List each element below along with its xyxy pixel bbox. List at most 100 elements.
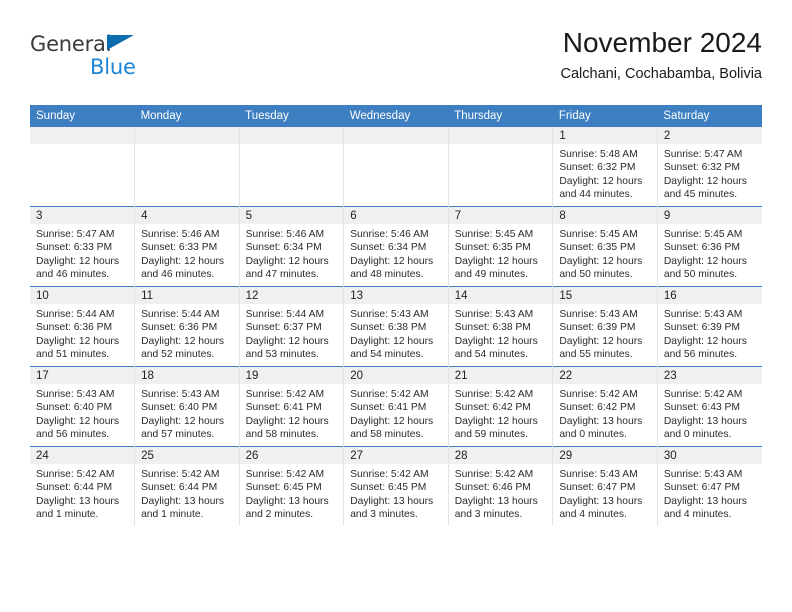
calendar-day-cell[interactable]: 29 Sunrise: 5:43 AM Sunset: 6:47 PM Dayligh… (552, 446, 658, 526)
day-details: Sunrise: 5:46 AM Sunset: 6:33 PM Daylight:… (135, 224, 239, 282)
calendar-day-cell[interactable]: 27 Sunrise: 5:42 AM Sunset: 6:45 PM Dayligh… (343, 446, 449, 526)
day-details: Sunrise: 5:45 AM Sunset: 6:35 PM Daylight:… (553, 224, 657, 282)
calendar-day-cell[interactable]: 8 Sunrise: 5:45 AM Sunset: 6:35 PM Daylight… (552, 206, 658, 287)
day-details: Sunrise: 5:42 AM Sunset: 6:45 PM Daylight:… (240, 464, 344, 522)
calendar-day-cell[interactable]: 2 Sunrise: 5:47 AM Sunset: 6:32 PM Daylight… (657, 127, 762, 207)
calendar-day-cell[interactable]: 22 Sunrise: 5:42 AM Sunset: 6:42 PM Dayligh… (552, 366, 658, 447)
daylight-text: Daylight: 12 hours and 55 minutes. (559, 335, 643, 361)
brand-name-general: General (30, 32, 112, 56)
day-number (239, 127, 344, 144)
calendar-day-cell[interactable]: 11 Sunrise: 5:44 AM Sunset: 6:36 PM Dayligh… (134, 286, 240, 367)
day-details: Sunrise: 5:46 AM Sunset: 6:34 PM Daylight:… (240, 224, 344, 282)
calendar-week-row: 3 Sunrise: 5:47 AM Sunset: 6:33 PM Daylight… (30, 206, 762, 287)
sunset-text: Sunset: 6:32 PM (559, 162, 636, 174)
calendar-day-cell[interactable]: 23 Sunrise: 5:42 AM Sunset: 6:43 PM Dayligh… (657, 366, 762, 447)
brand-logo[interactable]: General Blue (30, 32, 290, 78)
sunrise-text: Sunrise: 5:43 AM (559, 469, 638, 480)
day-number: 27 (344, 447, 448, 464)
day-details: Sunrise: 5:44 AM Sunset: 6:37 PM Daylight:… (240, 304, 344, 362)
sunset-text: Sunset: 6:46 PM (454, 482, 531, 494)
sunrise-text: Sunrise: 5:45 AM (559, 229, 638, 240)
day-details: Sunrise: 5:47 AM Sunset: 6:32 PM Daylight:… (658, 144, 762, 202)
calendar-day-cell[interactable]: 25 Sunrise: 5:42 AM Sunset: 6:44 PM Dayligh… (134, 446, 240, 526)
daylight-text: Daylight: 12 hours and 58 minutes. (350, 415, 434, 441)
calendar-day-cell[interactable]: 9 Sunrise: 5:45 AM Sunset: 6:36 PM Daylight… (657, 206, 762, 287)
day-details: Sunrise: 5:44 AM Sunset: 6:36 PM Daylight:… (135, 304, 239, 362)
brand-logo-top: General (30, 32, 290, 58)
calendar-day-cell[interactable]: 4 Sunrise: 5:46 AM Sunset: 6:33 PM Daylight… (134, 206, 240, 287)
calendar-day-cell[interactable]: 13 Sunrise: 5:43 AM Sunset: 6:38 PM Dayligh… (343, 286, 449, 367)
sunrise-text: Sunrise: 5:43 AM (36, 389, 115, 400)
calendar-day-cell[interactable]: 12 Sunrise: 5:44 AM Sunset: 6:37 PM Dayligh… (239, 286, 345, 367)
day-details: Sunrise: 5:45 AM Sunset: 6:35 PM Daylight:… (449, 224, 553, 282)
daylight-text: Daylight: 12 hours and 56 minutes. (36, 415, 119, 441)
calendar-day-cell[interactable]: 5 Sunrise: 5:46 AM Sunset: 6:34 PM Daylight… (239, 206, 345, 287)
daylight-text: Daylight: 12 hours and 56 minutes. (663, 335, 747, 361)
sunrise-text: Sunrise: 5:43 AM (141, 389, 220, 400)
day-number: 26 (239, 447, 344, 464)
day-number: 24 (30, 447, 135, 464)
sunset-text: Sunset: 6:42 PM (559, 402, 636, 414)
day-number: 4 (135, 207, 239, 224)
calendar-day-cell[interactable]: 3 Sunrise: 5:47 AM Sunset: 6:33 PM Daylight… (30, 206, 136, 287)
calendar-day-cell[interactable]: 1 Sunrise: 5:48 AM Sunset: 6:32 PM Daylight… (552, 127, 658, 207)
calendar-day-cell[interactable]: 18 Sunrise: 5:43 AM Sunset: 6:40 PM Dayligh… (134, 366, 240, 447)
day-number: 30 (657, 447, 762, 464)
calendar-day-cell-empty (448, 127, 554, 207)
calendar-day-cell[interactable]: 15 Sunrise: 5:43 AM Sunset: 6:39 PM Dayligh… (552, 286, 658, 367)
day-number: 12 (239, 287, 344, 304)
daylight-text: Daylight: 13 hours and 4 minutes. (663, 495, 747, 521)
sunset-text: Sunset: 6:39 PM (663, 322, 741, 334)
day-number: 22 (553, 367, 657, 384)
sunrise-text: Sunrise: 5:42 AM (36, 469, 115, 480)
weekday-header-friday: Friday (552, 105, 658, 127)
sunrise-text: Sunrise: 5:44 AM (141, 309, 220, 320)
calendar-day-cell[interactable]: 26 Sunrise: 5:42 AM Sunset: 6:45 PM Dayligh… (239, 446, 345, 526)
day-number: 11 (135, 287, 239, 304)
calendar-week-row: 10 Sunrise: 5:44 AM Sunset: 6:36 PM Dayligh… (30, 286, 762, 367)
calendar-day-cell[interactable]: 21 Sunrise: 5:42 AM Sunset: 6:42 PM Dayligh… (448, 366, 554, 447)
sunrise-text: Sunrise: 5:47 AM (663, 149, 743, 160)
calendar-week-row: 24 Sunrise: 5:42 AM Sunset: 6:44 PM Dayligh… (30, 446, 762, 526)
sunset-text: Sunset: 6:34 PM (350, 242, 427, 254)
day-details: Sunrise: 5:42 AM Sunset: 6:42 PM Daylight:… (553, 384, 657, 442)
calendar-week-row: 17 Sunrise: 5:43 AM Sunset: 6:40 PM Dayligh… (30, 366, 762, 447)
daylight-text: Daylight: 12 hours and 54 minutes. (350, 335, 434, 361)
calendar-day-cell[interactable]: 24 Sunrise: 5:42 AM Sunset: 6:44 PM Dayligh… (30, 446, 136, 526)
sunrise-text: Sunrise: 5:44 AM (245, 309, 325, 320)
weekday-header-tuesday: Tuesday (239, 105, 344, 127)
daylight-text: Daylight: 12 hours and 46 minutes. (36, 255, 119, 281)
day-number: 2 (657, 127, 762, 144)
calendar-day-cell[interactable]: 28 Sunrise: 5:42 AM Sunset: 6:46 PM Dayligh… (448, 446, 554, 526)
calendar-day-cell[interactable]: 6 Sunrise: 5:46 AM Sunset: 6:34 PM Daylight… (343, 206, 449, 287)
calendar-day-cell[interactable]: 20 Sunrise: 5:42 AM Sunset: 6:41 PM Dayligh… (343, 366, 449, 447)
brand-name-blue: Blue (90, 55, 136, 79)
calendar-day-cell[interactable]: 10 Sunrise: 5:44 AM Sunset: 6:36 PM Dayligh… (30, 286, 136, 367)
day-details: Sunrise: 5:48 AM Sunset: 6:32 PM Daylight:… (553, 144, 657, 202)
day-details: Sunrise: 5:43 AM Sunset: 6:47 PM Daylight:… (553, 464, 657, 522)
calendar-day-cell[interactable]: 14 Sunrise: 5:43 AM Sunset: 6:38 PM Dayligh… (448, 286, 554, 367)
page-subtitle: Calchani, Cochabamba, Bolivia (560, 66, 763, 82)
weekday-header-monday: Monday (134, 105, 240, 127)
day-details: Sunrise: 5:42 AM Sunset: 6:41 PM Daylight:… (344, 384, 448, 442)
calendar-day-cell[interactable]: 17 Sunrise: 5:43 AM Sunset: 6:40 PM Dayligh… (30, 366, 136, 447)
calendar-day-cell[interactable]: 30 Sunrise: 5:43 AM Sunset: 6:47 PM Dayligh… (657, 446, 762, 526)
day-number: 6 (344, 207, 448, 224)
day-details: Sunrise: 5:47 AM Sunset: 6:33 PM Daylight:… (30, 224, 134, 282)
calendar-day-cell[interactable]: 16 Sunrise: 5:43 AM Sunset: 6:39 PM Dayligh… (657, 286, 762, 367)
sunset-text: Sunset: 6:47 PM (559, 482, 636, 494)
day-details: Sunrise: 5:43 AM Sunset: 6:39 PM Daylight:… (553, 304, 657, 362)
sunset-text: Sunset: 6:36 PM (36, 322, 113, 334)
calendar-day-cell[interactable]: 19 Sunrise: 5:42 AM Sunset: 6:41 PM Dayligh… (239, 366, 345, 447)
day-number (448, 127, 553, 144)
day-details: Sunrise: 5:43 AM Sunset: 6:40 PM Daylight:… (30, 384, 134, 442)
day-details: Sunrise: 5:42 AM Sunset: 6:45 PM Daylight:… (344, 464, 448, 522)
calendar-day-cell[interactable]: 7 Sunrise: 5:45 AM Sunset: 6:35 PM Daylight… (448, 206, 554, 287)
calendar-grid: Sunday Monday Tuesday Wednesday Thursday… (30, 105, 762, 526)
day-details: Sunrise: 5:43 AM Sunset: 6:39 PM Daylight:… (658, 304, 762, 362)
sunrise-text: Sunrise: 5:43 AM (559, 309, 638, 320)
day-number: 23 (657, 367, 762, 384)
sunrise-text: Sunrise: 5:42 AM (454, 389, 534, 400)
sunset-text: Sunset: 6:40 PM (36, 402, 113, 414)
sunrise-text: Sunrise: 5:43 AM (663, 309, 743, 320)
